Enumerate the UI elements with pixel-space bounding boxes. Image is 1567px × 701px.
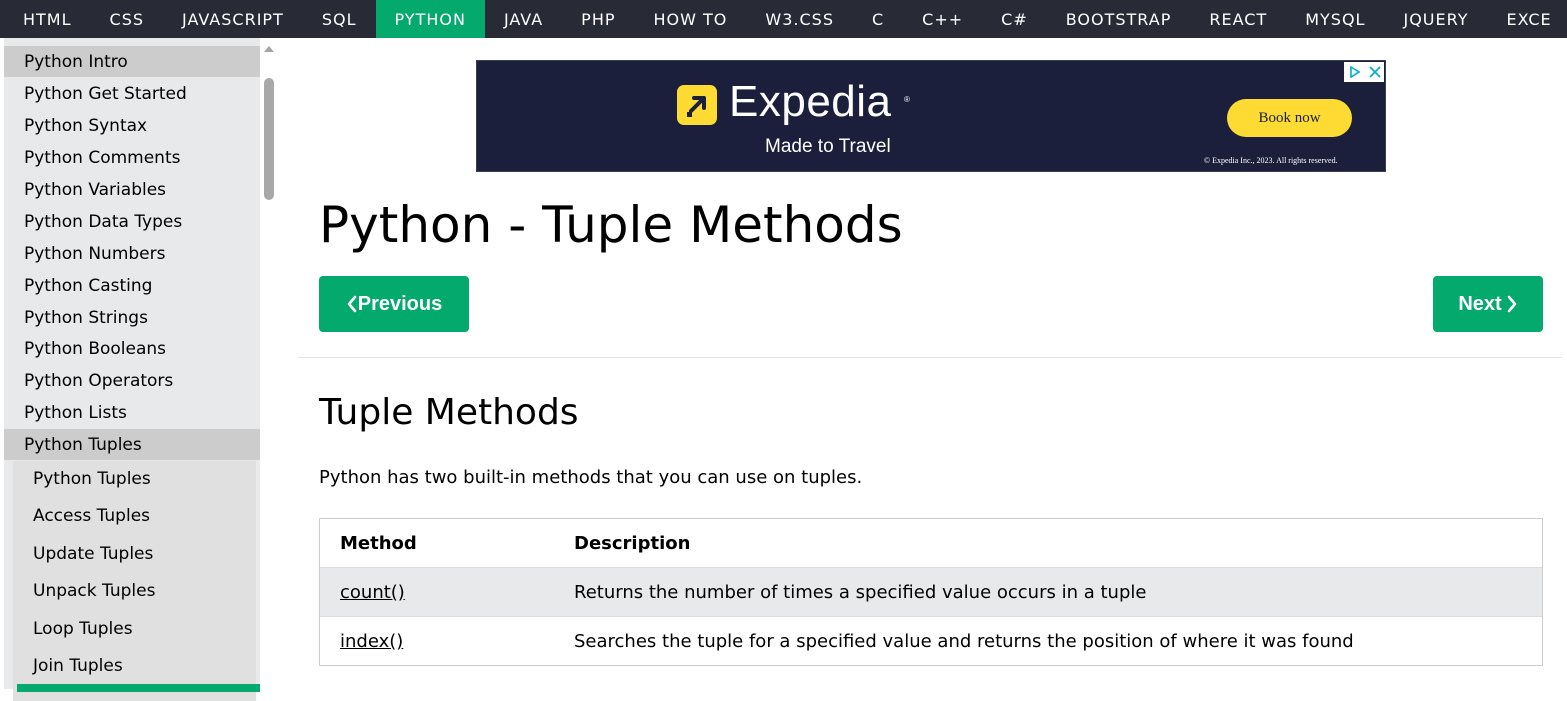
nav-how-to[interactable]: HOW TO: [635, 0, 747, 38]
next-button[interactable]: Next: [1433, 276, 1543, 332]
table-header-method: Method: [340, 532, 417, 554]
sidebar-scrollbar[interactable]: [260, 38, 278, 689]
page-title: Python - Tuple Methods: [319, 196, 903, 254]
table-header-row: Method Description: [320, 519, 1542, 568]
previous-button-label: Previous: [357, 292, 443, 315]
sidebar-subitem-join-tuples[interactable]: Join Tuples: [13, 648, 256, 684]
section-title: Tuple Methods: [319, 392, 579, 433]
sidebar-subitem-unpack-tuples[interactable]: Unpack Tuples: [13, 573, 256, 609]
nav-css[interactable]: CSS: [91, 0, 163, 38]
sidebar-active-indicator[interactable]: [17, 684, 260, 692]
table-row: index() Searches the tuple for a specifi…: [320, 617, 1542, 665]
sidebar-subitem-update-tuples[interactable]: Update Tuples: [13, 536, 256, 572]
method-description: Searches the tuple for a specified value…: [574, 630, 1354, 652]
sidebar-item-comments[interactable]: Python Comments: [4, 142, 260, 173]
nav-php[interactable]: PHP: [562, 0, 634, 38]
table-row: count() Returns the number of times a sp…: [320, 568, 1542, 617]
method-description: Returns the number of times a specified …: [574, 581, 1147, 603]
nav-jquery[interactable]: JQUERY: [1384, 0, 1487, 38]
sidebar-item-syntax[interactable]: Python Syntax: [4, 110, 260, 141]
scrollbar-thumb[interactable]: [264, 78, 274, 200]
sidebar-item-booleans[interactable]: Python Booleans: [4, 333, 260, 364]
nav-mysql[interactable]: MYSQL: [1286, 0, 1384, 38]
nav-java[interactable]: JAVA: [485, 0, 562, 38]
nav-javascript[interactable]: JAVASCRIPT: [163, 0, 303, 38]
sidebar-subitem-access-tuples[interactable]: Access Tuples: [13, 498, 256, 534]
method-link-index[interactable]: index(): [340, 631, 403, 652]
table-header-description: Description: [574, 532, 691, 554]
previous-button[interactable]: Previous: [319, 276, 469, 332]
nav-c[interactable]: C: [853, 0, 903, 38]
ad-tagline: Made to Travel: [765, 136, 891, 157]
expedia-ad-banner[interactable]: Expedia ® Made to Travel Book now © Expe…: [476, 60, 1386, 172]
sidebar-item-data-types[interactable]: Python Data Types: [4, 206, 260, 237]
ad-book-now-button[interactable]: Book now: [1227, 99, 1352, 137]
sidebar: Python Intro Python Get Started Python S…: [0, 38, 278, 701]
chevron-right-icon: [1506, 295, 1518, 313]
chevron-left-icon: [346, 295, 358, 313]
top-navigation: HTML CSS JAVASCRIPT SQL PYTHON JAVA PHP …: [0, 0, 1567, 38]
sidebar-item-lists[interactable]: Python Lists: [4, 397, 260, 428]
nav-csharp[interactable]: C#: [982, 0, 1047, 38]
intro-paragraph: Python has two built-in methods that you…: [319, 467, 863, 488]
expedia-logo-icon: [677, 85, 717, 125]
next-button-label: Next: [1458, 292, 1502, 315]
ad-brand-name: Expedia: [729, 77, 892, 126]
sidebar-submenu: Python Tuples Access Tuples Update Tuple…: [13, 461, 256, 701]
close-ad-icon[interactable]: [1368, 66, 1381, 78]
method-link-count[interactable]: count(): [340, 582, 405, 603]
nav-w3css[interactable]: W3.CSS: [746, 0, 853, 38]
sidebar-item-casting[interactable]: Python Casting: [4, 270, 260, 301]
nav-bootstrap[interactable]: BOOTSTRAP: [1047, 0, 1191, 38]
sidebar-item-variables[interactable]: Python Variables: [4, 174, 260, 205]
sidebar-item-strings[interactable]: Python Strings: [4, 302, 260, 333]
sidebar-item-tuples[interactable]: Python Tuples: [4, 429, 260, 460]
sidebar-subitem-loop-tuples[interactable]: Loop Tuples: [13, 611, 256, 647]
sidebar-item-numbers[interactable]: Python Numbers: [4, 238, 260, 269]
methods-table: Method Description count() Returns the n…: [319, 518, 1543, 666]
nav-html[interactable]: HTML: [0, 0, 91, 38]
nav-cpp[interactable]: C++: [903, 0, 982, 38]
nav-react[interactable]: REACT: [1190, 0, 1286, 38]
nav-sql[interactable]: SQL: [303, 0, 376, 38]
ad-registered-mark: ®: [904, 95, 910, 104]
ad-choices-icon[interactable]: [1348, 65, 1362, 79]
sidebar-item-get-started[interactable]: Python Get Started: [4, 78, 260, 109]
sidebar-item-python-intro[interactable]: Python Intro: [4, 46, 260, 77]
ad-copyright: © Expedia Inc., 2023. All rights reserve…: [1204, 156, 1338, 165]
section-divider: [298, 357, 1562, 358]
sidebar-item-operators[interactable]: Python Operators: [4, 365, 260, 396]
scroll-up-arrow-icon[interactable]: [264, 46, 274, 52]
sidebar-subitem-python-tuples[interactable]: Python Tuples: [13, 461, 256, 497]
nav-python[interactable]: PYTHON: [375, 0, 485, 38]
nav-excel[interactable]: EXCE: [1487, 0, 1567, 38]
ad-choices: [1344, 62, 1384, 82]
